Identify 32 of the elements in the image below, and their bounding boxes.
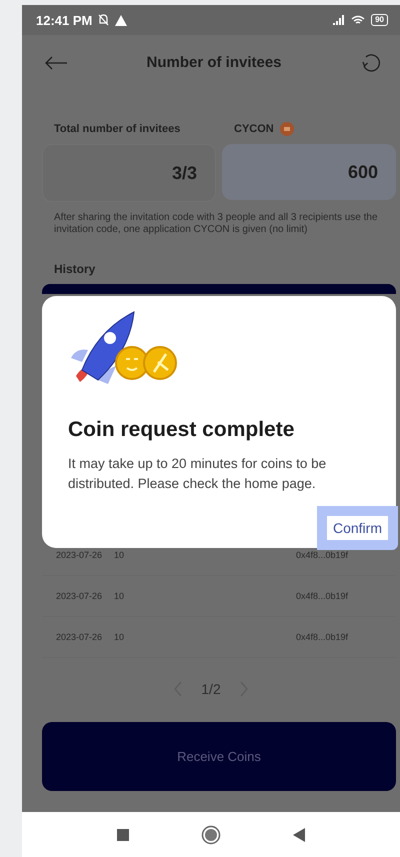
dialog-message: It may take up to 20 minutes for coins to be distributed. Please check the home page. <box>68 455 328 493</box>
bell-off-icon <box>98 14 110 26</box>
warning-icon <box>115 14 128 26</box>
wifi-icon <box>351 14 366 26</box>
address-cell-text: 0x4f8...0b19f <box>296 632 350 642</box>
stat-label: Total number of invitees <box>54 123 180 135</box>
date-cell-text: 2023-07-26 <box>56 632 104 642</box>
history-title: History <box>53 261 96 278</box>
amount-cell-text: 10 <box>114 591 126 601</box>
amount-cell-text: 10 <box>114 632 126 642</box>
stat-value: 3/3 <box>42 144 216 202</box>
coin-icon <box>280 122 294 136</box>
recents-icon[interactable] <box>117 828 129 840</box>
stat-label: CYCON <box>234 123 274 135</box>
address-cell-text: 0x4f8...0b19f <box>296 550 350 560</box>
date-cell-text: 2023-07-26 <box>56 591 104 601</box>
stat-value: 600 <box>222 144 396 200</box>
amount-cell-text: 10 <box>114 550 126 560</box>
status-time: 12:41 PM <box>36 12 92 28</box>
page-title: Number of invitees <box>145 54 283 71</box>
address-cell-text: 0x4f8...0b19f <box>296 591 350 601</box>
dialog-title: Coin request complete <box>68 418 296 442</box>
invitation-note: After sharing the invitation code with 3 people and all 3 recipients use the invitation code, one application CYCON is given (no limit) <box>53 211 379 236</box>
back-icon[interactable] <box>293 828 305 842</box>
confirm-button[interactable]: Confirm <box>316 506 398 550</box>
refresh-icon[interactable] <box>360 52 382 74</box>
page-indicator: 1/2 <box>201 681 221 697</box>
date-cell-text: 2023-07-26 <box>56 550 104 560</box>
home-icon[interactable] <box>201 824 221 844</box>
back-arrow-icon[interactable] <box>44 56 68 70</box>
signal-icon <box>333 15 346 25</box>
battery-icon: 90 <box>371 14 388 26</box>
